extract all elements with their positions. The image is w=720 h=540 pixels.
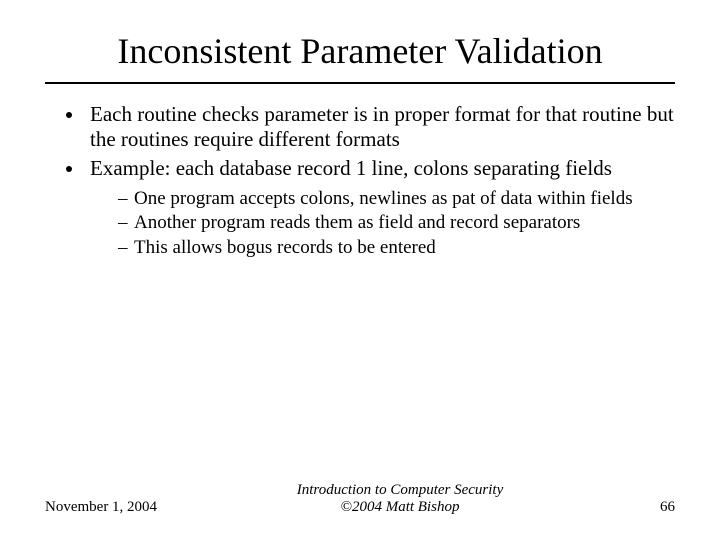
footer-page-number: 66 [615, 499, 675, 516]
title-rule [45, 82, 675, 84]
bullet-item: Example: each database record 1 line, co… [85, 156, 675, 260]
slide: Inconsistent Parameter Validation Each r… [0, 0, 720, 540]
footer-copyright: ©2004 Matt Bishop [185, 499, 615, 516]
sub-bullet-item: One program accepts colons, newlines as … [118, 188, 675, 211]
sub-bullet-item: Another program reads them as field and … [118, 212, 675, 235]
footer-date: November 1, 2004 [45, 499, 185, 516]
slide-title: Inconsistent Parameter Validation [45, 30, 675, 72]
bullet-item: Each routine checks parameter is in prop… [85, 102, 675, 152]
bullet-list: Each routine checks parameter is in prop… [45, 102, 675, 260]
sub-bullet-list: One program accepts colons, newlines as … [90, 188, 675, 260]
sub-bullet-item: This allows bogus records to be entered [118, 237, 675, 260]
footer-title: Introduction to Computer Security [185, 482, 615, 499]
bullet-text: Example: each database record 1 line, co… [90, 156, 612, 180]
footer: November 1, 2004 Introduction to Compute… [45, 482, 675, 516]
footer-center: Introduction to Computer Security ©2004 … [185, 482, 615, 516]
